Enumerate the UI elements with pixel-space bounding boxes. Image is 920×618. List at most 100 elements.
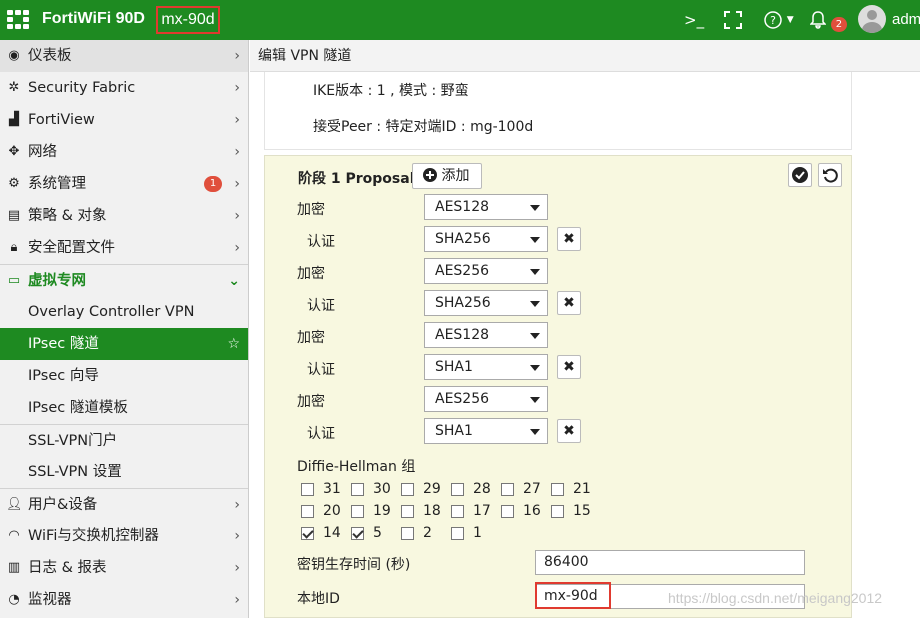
encrypt-label: 加密 [297, 330, 325, 346]
wifi-icon: ◠ [8, 528, 20, 543]
dh-checkbox-30[interactable]: 30 [351, 480, 401, 498]
terminal-icon[interactable]: >_ [684, 9, 704, 31]
sidebar-item-label: 系统管理 [28, 176, 86, 192]
sidebar-item-ssl-vpn-portals[interactable]: SSL-VPN门户 [0, 424, 248, 456]
encryption-select-3[interactable]: AES128 [424, 322, 548, 348]
chevron-right-icon: › [234, 112, 240, 128]
dh-checkbox-15[interactable]: 15 [551, 502, 601, 520]
star-icon[interactable]: ☆ [227, 328, 240, 360]
encrypt-label: 加密 [297, 266, 325, 282]
avatar[interactable] [858, 5, 886, 33]
system-badge: 1 [204, 176, 222, 192]
revert-button[interactable] [818, 163, 842, 187]
fortinet-logo-icon [7, 10, 29, 30]
auth-select-2[interactable]: SHA256 [424, 290, 548, 316]
gear-icon: ⚙ [8, 176, 20, 191]
remove-proposal-button[interactable]: ✖ [557, 227, 581, 251]
phase1-proposal-panel: 阶段 1 Proposal 添加 加密 AES128 认证 SHA256 ✖ 加… [264, 155, 852, 618]
dh-checkbox-21[interactable]: 21 [551, 480, 601, 498]
check-circle-icon [792, 167, 808, 183]
dh-checkbox-31[interactable]: 31 [301, 480, 351, 498]
user-icon: 👤︎ [6, 497, 23, 512]
tunnel-summary: IKE版本 : 1 , 模式 : 野蛮 接受Peer : 特定对端ID : mg… [264, 72, 852, 150]
sidebar-item-log-report[interactable]: ▥ 日志 & 报表 › [0, 552, 248, 584]
chevron-down-icon [530, 301, 540, 307]
remove-proposal-button[interactable]: ✖ [557, 419, 581, 443]
sidebar-item-monitor[interactable]: ◔ 监视器 › [0, 584, 248, 616]
policy-icon: ▤ [7, 208, 21, 223]
remove-proposal-button[interactable]: ✖ [557, 355, 581, 379]
dh-checkbox-18[interactable]: 18 [401, 502, 451, 520]
encrypt-label: 加密 [297, 394, 325, 410]
chevron-down-icon: ▼ [786, 15, 794, 25]
chevron-right-icon: › [234, 560, 240, 576]
encrypt-label: 加密 [297, 202, 325, 218]
dh-checkbox-29[interactable]: 29 [401, 480, 451, 498]
sidebar-item-ipsec-templates[interactable]: IPsec 隧道模板 [0, 392, 248, 424]
lock-icon: 🔒︎ [10, 240, 18, 255]
dh-checkbox-17[interactable]: 17 [451, 502, 501, 520]
sidebar-item-label: FortiView [28, 112, 95, 128]
remove-proposal-button[interactable]: ✖ [557, 291, 581, 315]
notification-bell[interactable]: 2 [809, 9, 848, 32]
sidebar-item-network[interactable]: ✥ 网络 › [0, 136, 248, 168]
close-icon: ✖ [563, 295, 575, 311]
sidebar-item-policy[interactable]: ▤ 策略 & 对象 › [0, 200, 248, 232]
encryption-select-1[interactable]: AES128 [424, 194, 548, 220]
dh-group-label: Diffie-Hellman 组 [297, 459, 416, 475]
sidebar-item-label: IPsec 向导 [28, 368, 99, 384]
sidebar-item-label: 用户&设备 [28, 497, 98, 513]
sidebar-item-security-fabric[interactable]: ✲ Security Fabric › [0, 72, 248, 104]
fullscreen-icon[interactable] [724, 9, 742, 31]
sidebar-item-wifi-switch[interactable]: ◠ WiFi与交换机控制器 › [0, 520, 248, 552]
confirm-button[interactable] [788, 163, 812, 187]
chevron-down-icon [530, 269, 540, 275]
sidebar-item-label: WiFi与交换机控制器 [28, 528, 159, 544]
help-icon[interactable]: ? ▼ [764, 9, 794, 31]
dh-checkbox-5[interactable]: 5 [351, 524, 401, 542]
sidebar-item-label: 仪表板 [28, 48, 72, 64]
auth-select-4[interactable]: SHA1 [424, 418, 548, 444]
device-model: FortiWiFi 90D [42, 10, 145, 27]
main-content: IKE版本 : 1 , 模式 : 野蛮 接受Peer : 特定对端ID : mg… [250, 72, 920, 618]
dh-checkbox-19[interactable]: 19 [351, 502, 401, 520]
chevron-right-icon: › [234, 528, 240, 544]
local-id-highlight [535, 582, 611, 609]
dh-checkbox-27[interactable]: 27 [501, 480, 551, 498]
dh-checkbox-28[interactable]: 28 [451, 480, 501, 498]
sidebar-item-user-device[interactable]: 👤︎ 用户&设备 › [0, 488, 248, 520]
keylife-input[interactable]: 86400 [535, 550, 805, 575]
sidebar-item-security-profiles[interactable]: 🔒︎ 安全配置文件 › [0, 232, 248, 264]
sidebar-item-vpn[interactable]: ▭ 虚拟专网 ⌄ [0, 264, 248, 296]
sidebar-item-label: 安全配置文件 [28, 240, 115, 256]
user-name[interactable]: admin [892, 11, 920, 28]
sidebar-item-fortiview[interactable]: ▟ FortiView › [0, 104, 248, 136]
sidebar-item-label: 监视器 [28, 592, 72, 608]
sidebar-item-ipsec-wizard[interactable]: IPsec 向导 [0, 360, 248, 392]
dh-checkbox-14[interactable]: 14 [301, 524, 351, 542]
plus-circle-icon [423, 168, 437, 182]
sidebar-item-dashboard[interactable]: ◉ 仪表板 › [0, 40, 248, 72]
chevron-right-icon: › [234, 176, 240, 192]
auth-select-3[interactable]: SHA1 [424, 354, 548, 380]
sidebar-item-label: 网络 [28, 144, 57, 160]
dh-checkbox-1[interactable]: 1 [451, 524, 501, 542]
dh-checkbox-20[interactable]: 20 [301, 502, 351, 520]
add-proposal-button[interactable]: 添加 [412, 163, 482, 189]
sidebar-item-label: Security Fabric [28, 80, 136, 96]
keylife-label: 密钥生存时间 (秒) [297, 557, 411, 573]
encryption-select-4[interactable]: AES256 [424, 386, 548, 412]
fabric-icon: ✲ [8, 80, 20, 95]
dh-checkbox-16[interactable]: 16 [501, 502, 551, 520]
chevron-right-icon: › [234, 80, 240, 96]
sidebar-item-ssl-vpn-settings[interactable]: SSL-VPN 设置 [0, 456, 248, 488]
sidebar-item-label: 虚拟专网 [28, 273, 86, 289]
chevron-down-icon [530, 365, 540, 371]
dh-checkbox-2[interactable]: 2 [401, 524, 451, 542]
auth-select-1[interactable]: SHA256 [424, 226, 548, 252]
sidebar-item-system[interactable]: ⚙ 系统管理 1 › [0, 168, 248, 200]
chevron-right-icon: › [234, 497, 240, 513]
sidebar-item-overlay-controller-vpn[interactable]: Overlay Controller VPN [0, 296, 248, 328]
encryption-select-2[interactable]: AES256 [424, 258, 548, 284]
sidebar-item-ipsec-tunnels[interactable]: IPsec 隧道 ☆ [0, 328, 248, 360]
